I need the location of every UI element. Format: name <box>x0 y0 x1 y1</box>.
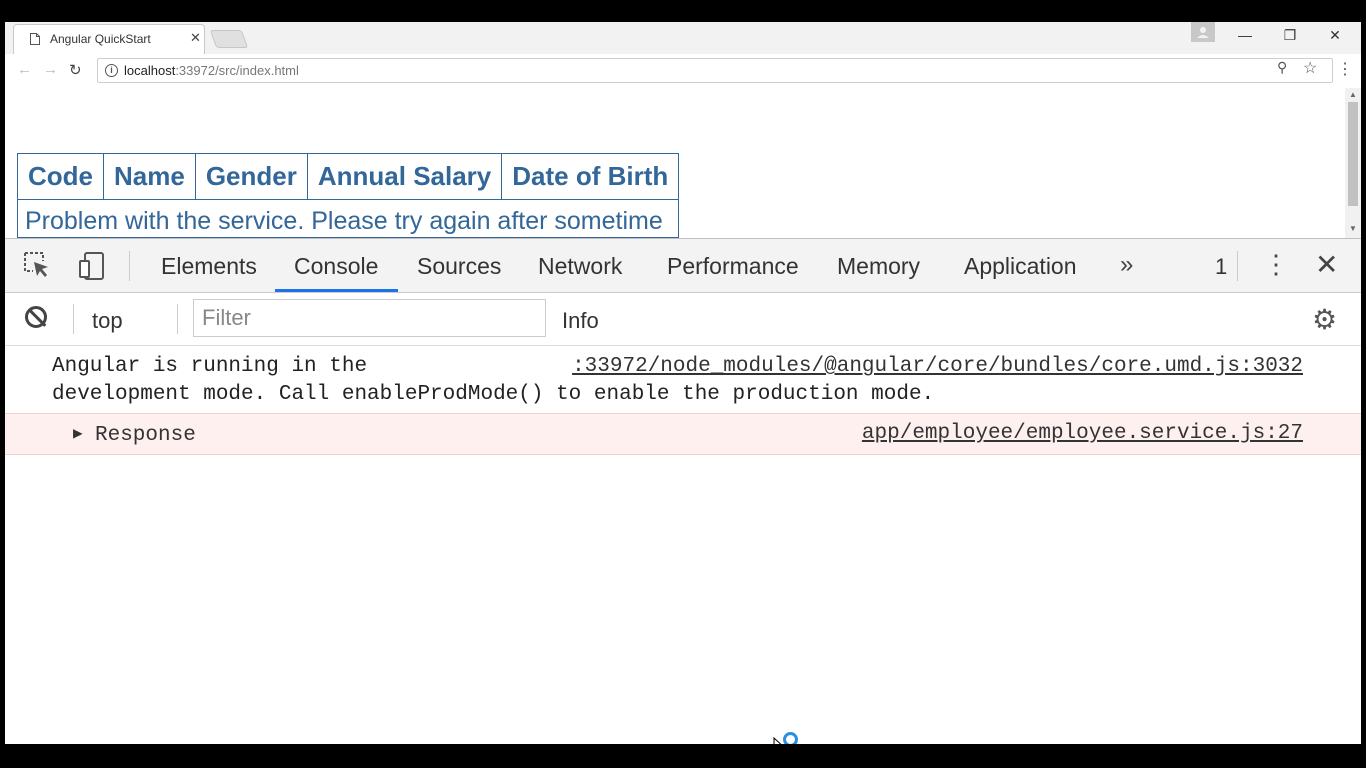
restore-button[interactable]: ❐ <box>1270 24 1310 46</box>
error-message: Problem with the service. Please try aga… <box>16 199 680 238</box>
message-source-link[interactable]: :33972/node_modules/@angular/core/bundle… <box>572 355 1303 378</box>
column-header-gender: Gender <box>194 153 308 200</box>
reload-icon[interactable]: ↻ <box>69 61 82 79</box>
filter-divider <box>73 304 74 334</box>
browser-menu-icon[interactable]: ⋮ <box>1337 59 1353 79</box>
minimize-icon: — <box>1238 27 1252 43</box>
tab-sources[interactable]: Sources <box>417 253 501 280</box>
scrollbar-thumb[interactable] <box>1348 102 1358 206</box>
console-message: Angular is running in the :33972/node_mo… <box>5 349 1361 413</box>
tab-console[interactable]: Console <box>294 253 378 280</box>
message-text: Response <box>95 424 196 447</box>
scroll-down-icon[interactable]: ▼ <box>1349 224 1357 233</box>
inspect-element-icon[interactable] <box>23 251 51 279</box>
forward-icon[interactable]: → <box>43 61 58 78</box>
browser-window: Angular QuickStart ✕ — ❐ ✕ ← → ↻ i local… <box>5 22 1361 744</box>
new-tab-button[interactable] <box>209 30 249 48</box>
message-text: Angular is running in the <box>52 355 368 378</box>
restore-icon: ❐ <box>1283 26 1297 43</box>
device-toolbar-icon[interactable] <box>77 251 107 281</box>
active-tab-indicator <box>275 289 398 292</box>
page-icon <box>30 33 40 45</box>
tab-title: Angular QuickStart <box>50 32 151 46</box>
console-error-message[interactable]: ▶ Response app/employee/employee.service… <box>5 413 1361 455</box>
address-bar[interactable]: i localhost:33972/src/index.html <box>97 58 1333 83</box>
url-text: localhost:33972/src/index.html <box>124 63 299 78</box>
devtools-tabbar: Elements Console Sources Network Perform… <box>5 239 1361 293</box>
info-icon[interactable]: i <box>105 64 118 77</box>
table-header-row: Code Name Gender Annual Salary Date of B… <box>17 153 680 200</box>
devtools-menu-icon[interactable]: ⋮ <box>1263 249 1289 280</box>
devtools-panel: Elements Console Sources Network Perform… <box>5 238 1361 744</box>
tab-strip: Angular QuickStart ✕ — ❐ ✕ <box>5 22 1361 54</box>
browser-tab[interactable]: Angular QuickStart ✕ <box>13 24 205 54</box>
browser-toolbar: ← → ↻ i localhost:33972/src/index.html ⚲… <box>5 54 1361 89</box>
bookmark-star-icon[interactable]: ☆ <box>1303 58 1317 78</box>
close-window-button[interactable]: ✕ <box>1315 24 1355 46</box>
toolbar-divider <box>1237 251 1238 281</box>
tab-close-icon[interactable]: ✕ <box>190 30 201 46</box>
context-selector[interactable]: top <box>92 308 123 334</box>
tab-memory[interactable]: Memory <box>837 253 920 280</box>
more-tabs-icon[interactable]: » <box>1120 251 1133 279</box>
column-header-date-of-birth: Date of Birth <box>501 153 680 200</box>
devtools-close-icon[interactable]: ✕ <box>1315 248 1338 281</box>
settings-gear-icon[interactable]: ⚙ <box>1312 303 1337 336</box>
column-header-code: Code <box>17 153 104 200</box>
filter-input[interactable] <box>193 299 546 337</box>
message-text: development mode. Call enableProdMode() … <box>52 383 935 406</box>
clear-console-icon[interactable] <box>25 306 47 328</box>
filter-divider <box>177 304 178 334</box>
scroll-up-icon[interactable]: ▲ <box>1349 90 1357 99</box>
tab-performance[interactable]: Performance <box>667 253 799 280</box>
tab-elements[interactable]: Elements <box>161 253 257 280</box>
loading-spinner-icon <box>783 732 798 744</box>
close-icon: ✕ <box>1329 26 1341 43</box>
console-filter-bar: top Info ⚙ <box>5 293 1361 346</box>
minimize-button[interactable]: — <box>1225 24 1265 46</box>
page-scrollbar[interactable]: ▲ ▼ <box>1345 88 1361 238</box>
zoom-icon[interactable]: ⚲ <box>1277 59 1287 76</box>
page-viewport: Code Name Gender Annual Salary Date of B… <box>5 88 1361 238</box>
table-row: Problem with the service. Please try aga… <box>16 199 680 238</box>
message-source-link[interactable]: app/employee/employee.service.js:27 <box>862 422 1303 445</box>
profile-icon[interactable] <box>1191 22 1215 42</box>
tab-network[interactable]: Network <box>538 253 622 280</box>
expand-triangle-icon[interactable]: ▶ <box>73 423 83 443</box>
log-level-selector[interactable]: Info <box>562 308 599 334</box>
back-icon[interactable]: ← <box>17 61 32 78</box>
message-count-badge[interactable]: 1 <box>1215 254 1227 280</box>
column-header-name: Name <box>103 153 196 200</box>
tab-application[interactable]: Application <box>964 253 1077 280</box>
employee-table: Code Name Gender Annual Salary Date of B… <box>16 153 680 238</box>
column-header-annual-salary: Annual Salary <box>306 153 503 200</box>
toolbar-divider <box>129 251 130 281</box>
